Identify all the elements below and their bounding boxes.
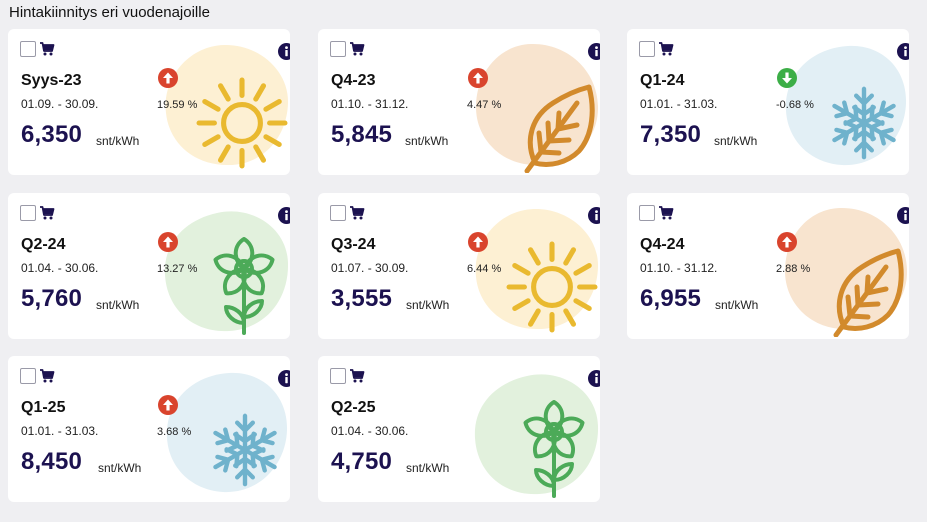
price-unit: snt/kWh: [715, 298, 759, 312]
period-name: Q4-23: [331, 72, 376, 89]
period-name: Q2-25: [331, 399, 376, 416]
info-icon[interactable]: [588, 370, 600, 387]
arrow-up-icon: [158, 68, 178, 88]
select-checkbox[interactable]: [20, 41, 36, 57]
info-icon[interactable]: [897, 207, 909, 224]
period-name: Q2-24: [21, 236, 66, 253]
arrow-up-icon: [468, 232, 488, 252]
price-value: 4,750: [331, 448, 393, 475]
page-title: Hintakiinnitys eri vuodenajoille: [9, 4, 210, 21]
price-card[interactable]: Q2-24 01.04. - 30.06. 5,760 snt/kWh 13.2…: [8, 193, 290, 339]
arrow-down-icon: [777, 68, 797, 88]
select-checkbox[interactable]: [330, 41, 346, 57]
price-unit: snt/kWh: [406, 461, 450, 475]
arrow-up-icon: [158, 232, 178, 252]
period-dates: 01.04. - 30.06.: [331, 424, 409, 438]
flower-icon: [204, 237, 284, 339]
info-icon[interactable]: [588, 43, 600, 60]
price-value: 8,450: [21, 448, 83, 475]
price-value: 5,760: [21, 285, 83, 312]
period-name: Syys-23: [21, 72, 82, 89]
price-value: 6,955: [640, 285, 702, 312]
info-icon[interactable]: [278, 43, 290, 60]
price-value: 7,350: [640, 121, 702, 148]
info-icon[interactable]: [588, 207, 600, 224]
snowflake-icon: [206, 411, 284, 494]
price-change: 19.59 %: [157, 99, 198, 111]
price-unit: snt/kWh: [98, 461, 142, 475]
info-icon[interactable]: [897, 43, 909, 60]
cart-icon[interactable]: [349, 368, 365, 384]
period-dates: 01.07. - 30.09.: [331, 261, 409, 275]
price-card[interactable]: Q1-25 01.01. - 31.03. 8,450 snt/kWh 3.68…: [8, 356, 290, 502]
info-icon[interactable]: [278, 207, 290, 224]
cart-icon[interactable]: [658, 205, 674, 221]
price-unit: snt/kWh: [406, 298, 450, 312]
sun-icon: [196, 77, 288, 174]
cart-icon[interactable]: [349, 205, 365, 221]
price-unit: snt/kWh: [714, 134, 758, 148]
period-dates: 01.04. - 30.06.: [21, 261, 99, 275]
select-checkbox[interactable]: [330, 368, 346, 384]
period-dates: 01.01. - 31.03.: [21, 424, 99, 438]
price-change: 2.88 %: [776, 263, 811, 275]
cart-icon[interactable]: [39, 41, 55, 57]
select-checkbox[interactable]: [20, 205, 36, 221]
period-name: Q3-24: [331, 236, 376, 253]
price-change: 4.47 %: [467, 99, 502, 111]
price-card[interactable]: Q4-24 01.10. - 31.12. 6,955 snt/kWh 2.88…: [627, 193, 909, 339]
cart-icon[interactable]: [658, 41, 674, 57]
arrow-up-icon: [468, 68, 488, 88]
select-checkbox[interactable]: [639, 41, 655, 57]
period-name: Q4-24: [640, 236, 685, 253]
snowflake-icon: [825, 84, 903, 167]
period-dates: 01.10. - 31.12.: [331, 97, 409, 111]
price-unit: snt/kWh: [405, 134, 449, 148]
price-value: 6,350: [21, 121, 83, 148]
price-card[interactable]: Q3-24 01.07. - 30.09. 3,555 snt/kWh 6.44…: [318, 193, 600, 339]
price-change: 13.27 %: [157, 263, 198, 275]
cart-icon[interactable]: [349, 41, 365, 57]
price-unit: snt/kWh: [96, 134, 140, 148]
select-checkbox[interactable]: [330, 205, 346, 221]
cart-icon[interactable]: [39, 368, 55, 384]
price-value: 3,555: [331, 285, 393, 312]
period-dates: 01.10. - 31.12.: [640, 261, 718, 275]
price-change: 3.68 %: [157, 426, 192, 438]
price-card[interactable]: Syys-23 01.09. - 30.09. 6,350 snt/kWh 19…: [8, 29, 290, 175]
select-checkbox[interactable]: [639, 205, 655, 221]
period-name: Q1-25: [21, 399, 66, 416]
period-name: Q1-24: [640, 72, 685, 89]
leaf-icon: [828, 247, 908, 339]
price-unit: snt/kWh: [96, 298, 140, 312]
period-dates: 01.01. - 31.03.: [640, 97, 718, 111]
price-card[interactable]: Q1-24 01.01. - 31.03. 7,350 snt/kWh -0.6…: [627, 29, 909, 175]
price-card[interactable]: Q4-23 01.10. - 31.12. 5,845 snt/kWh 4.47…: [318, 29, 600, 175]
price-change: -0.68 %: [776, 99, 814, 111]
arrow-up-icon: [777, 232, 797, 252]
price-card[interactable]: Q2-25 01.04. - 30.06. 4,750 snt/kWh: [318, 356, 600, 502]
select-checkbox[interactable]: [20, 368, 36, 384]
cart-icon[interactable]: [39, 205, 55, 221]
flower-icon: [514, 400, 594, 502]
sun-icon: [506, 241, 598, 338]
price-change: 6.44 %: [467, 263, 502, 275]
arrow-up-icon: [158, 395, 178, 415]
info-icon[interactable]: [278, 370, 290, 387]
price-value: 5,845: [331, 121, 393, 148]
leaf-icon: [519, 83, 599, 175]
period-dates: 01.09. - 30.09.: [21, 97, 99, 111]
